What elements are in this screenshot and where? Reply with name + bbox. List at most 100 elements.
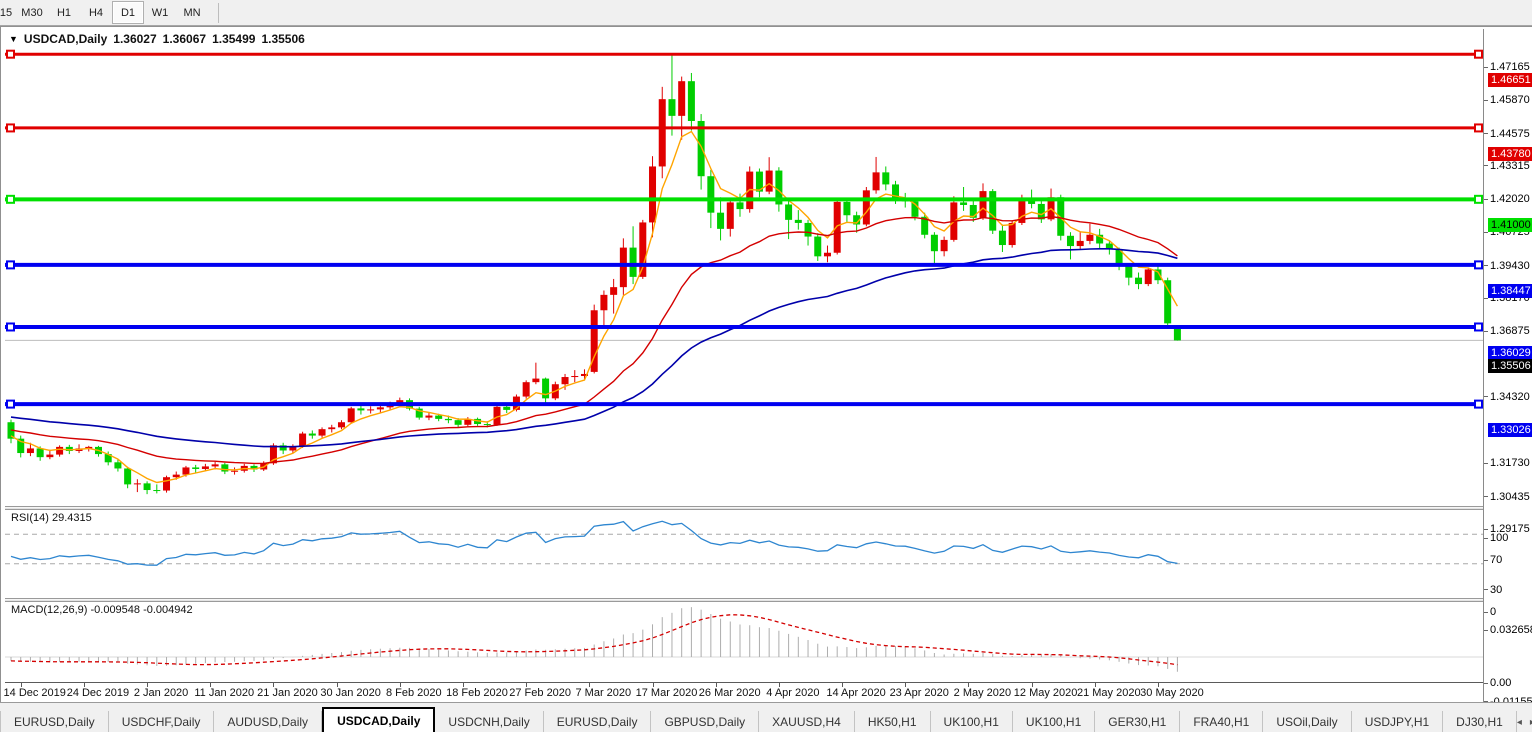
hline-handle[interactable] (6, 49, 15, 59)
price-badge: 1.38447 (1488, 283, 1532, 298)
date-label: 26 Mar 2020 (698, 687, 761, 699)
axis-tick-label: 0.00 (1484, 677, 1511, 690)
hline-handle[interactable] (1474, 399, 1483, 409)
hline-handle[interactable] (6, 260, 15, 270)
symbol-tab-xauusd[interactable]: XAUUSD,H4 (759, 711, 855, 732)
symbol-tab-eurusd[interactable]: EURUSD,Daily (0, 711, 109, 732)
date-label: 14 Dec 2019 (3, 687, 66, 699)
symbol-tab-usdcad-active[interactable]: USDCAD,Daily (322, 707, 436, 732)
axis-tick-label: 30 (1484, 584, 1502, 597)
symbol-tab-usoil[interactable]: USOil,Daily (1263, 711, 1352, 732)
price-badge: 1.41000 (1488, 218, 1532, 233)
toolbar-separator (218, 2, 219, 23)
date-label: 18 Feb 2020 (446, 687, 508, 699)
hline-handle[interactable] (1474, 123, 1483, 133)
timeframe-button-d1[interactable]: D1 (112, 1, 144, 24)
hline-handle[interactable] (1474, 322, 1483, 332)
hline-handle[interactable] (6, 194, 15, 204)
timeframe-button-h4[interactable]: H4 (80, 1, 112, 24)
symbol-tab-dj30[interactable]: DJ30,H1 (1443, 711, 1517, 732)
hline-handle[interactable] (1474, 194, 1483, 204)
date-label: 4 Apr 2020 (766, 687, 820, 699)
axis-tick-label: 1.31730 (1484, 457, 1530, 470)
symbol-tabs: EURUSD,Daily USDCHF,Daily AUDUSD,Daily USDC… (0, 707, 1517, 732)
symbol-tab-usdchf[interactable]: USDCHF,Daily (109, 711, 215, 732)
hline-handle[interactable] (1474, 49, 1483, 59)
axis-tick-label: 1.44575 (1484, 128, 1530, 141)
date-label: 17 Mar 2020 (635, 687, 698, 699)
ohlc-high: 1.36067 (162, 32, 207, 46)
axis-tick-label: 1.36875 (1484, 325, 1530, 338)
price-badge: 1.43780 (1488, 146, 1532, 161)
axis-tick-label: 1.43315 (1484, 160, 1530, 173)
ohlc-low: 1.35499 (212, 32, 256, 46)
symbol-tab-uk100[interactable]: UK100,H1 (1013, 711, 1096, 732)
date-label: 30 Jan 2020 (320, 687, 381, 699)
date-label: 21 Jan 2020 (257, 687, 318, 699)
timeframe-button-w1[interactable]: W1 (144, 1, 176, 24)
timeframe-toolbar: 15 M30 H1 H4 D1 W1 MN (0, 0, 1532, 26)
ohlc-close: 1.35506 (261, 32, 305, 46)
symbol-tab-fra40[interactable]: FRA40,H1 (1180, 711, 1264, 732)
axis-tick-label: 1.47165 (1484, 61, 1530, 74)
hline-handle[interactable] (6, 322, 15, 332)
ohlc-open: 1.36027 (113, 32, 157, 46)
chart-symbol-title: USDCAD,Daily (23, 32, 108, 46)
timeframe-button-m30[interactable]: M30 (16, 1, 48, 24)
date-label: 21 May 2020 (1076, 687, 1141, 699)
axis-tick-label: 1.34320 (1484, 391, 1530, 404)
symbol-tab-usdcnh[interactable]: USDCNH,Daily (435, 711, 544, 732)
axis-tick-label: 70 (1484, 554, 1502, 567)
symbol-tab-hk50[interactable]: HK50,H1 (855, 711, 931, 732)
chart-title-bar[interactable]: ▼ USDCAD,Daily 1.36027 1.36067 1.35499 1… (9, 32, 305, 46)
rsi-label: RSI(14) 29.4315 (11, 512, 92, 524)
axis-tick-label: 100 (1484, 532, 1508, 545)
date-label: 2 May 2020 (953, 687, 1012, 699)
symbol-tab-uk100[interactable]: UK100,H1 (931, 711, 1013, 732)
symbol-tab-gbpusd[interactable]: GBPUSD,Daily (651, 711, 760, 732)
main-chart-pane[interactable] (5, 29, 1483, 506)
timeframe-button-15[interactable]: 15 (0, 1, 16, 24)
price-badge: 1.33026 (1488, 423, 1532, 438)
date-label: 8 Feb 2020 (385, 687, 442, 699)
rsi-pane[interactable] (5, 510, 1483, 598)
date-label: 11 Jan 2020 (194, 687, 255, 699)
symbol-tab-usdjpy[interactable]: USDJPY,H1 (1352, 711, 1444, 732)
trading-app-window: 15 M30 H1 H4 D1 W1 MN ▼ USDCAD,Daily 1.36027 1… (0, 0, 1532, 732)
symbol-tab-eurusd[interactable]: EURUSD,Daily (544, 711, 652, 732)
date-label: 27 Feb 2020 (509, 687, 572, 699)
axis-tick-label: 1.45870 (1484, 94, 1530, 107)
hline-handle[interactable] (1474, 260, 1483, 270)
price-axis: 1.47165 1.45870 1.44575 1.43315 1.42020 1.407… (1483, 29, 1532, 708)
price-badge: 1.46651 (1488, 73, 1532, 88)
date-label: 30 May 2020 (1140, 687, 1204, 699)
date-label: 14 Apr 2020 (826, 687, 886, 699)
symbol-tab-audusd[interactable]: AUDUSD,Daily (214, 711, 323, 732)
timeframe-button-mn[interactable]: MN (176, 1, 208, 24)
macd-pane[interactable] (5, 602, 1483, 682)
timeframe-buttons: 15 M30 H1 H4 D1 W1 MN (0, 1, 208, 24)
tab-scroll-left-icon[interactable]: ◂ (1517, 717, 1522, 728)
axis-tick-label: 1.42020 (1484, 193, 1530, 206)
timeframe-button-h1[interactable]: H1 (48, 1, 80, 24)
date-label: 12 May 2020 (1013, 687, 1078, 699)
hline-handle[interactable] (6, 123, 15, 133)
date-label: 23 Apr 2020 (889, 687, 949, 699)
date-label: 7 Mar 2020 (575, 687, 632, 699)
hline-handle[interactable] (6, 399, 15, 409)
macd-label: MACD(12,26,9) -0.009548 -0.004942 (11, 604, 193, 616)
price-badge: 1.35506 (1488, 359, 1532, 374)
axis-tick-label: 1.39430 (1484, 260, 1530, 273)
chart-dropdown-icon[interactable]: ▼ (9, 34, 18, 44)
symbol-tab-ger30[interactable]: GER30,H1 (1095, 711, 1181, 732)
date-axis: 14 Dec 2019 24 Dec 2019 2 Jan 2020 11 Jan 2… (3, 682, 1483, 703)
axis-tick-label: 1.30435 (1484, 491, 1530, 504)
axis-tick-label: 0 (1484, 606, 1496, 619)
date-label: 2 Jan 2020 (133, 687, 189, 699)
chart-window: ▼ USDCAD,Daily 1.36027 1.36067 1.35499 1… (0, 26, 1532, 708)
axis-tick-label: 0.032658 (1484, 624, 1532, 637)
symbol-tab-bar: EURUSD,Daily USDCHF,Daily AUDUSD,Daily USDC… (0, 702, 1532, 732)
date-label: 24 Dec 2019 (66, 687, 130, 699)
tab-navigation: ◂ ▸ (1517, 717, 1532, 728)
price-badge: 1.36029 (1488, 345, 1532, 360)
